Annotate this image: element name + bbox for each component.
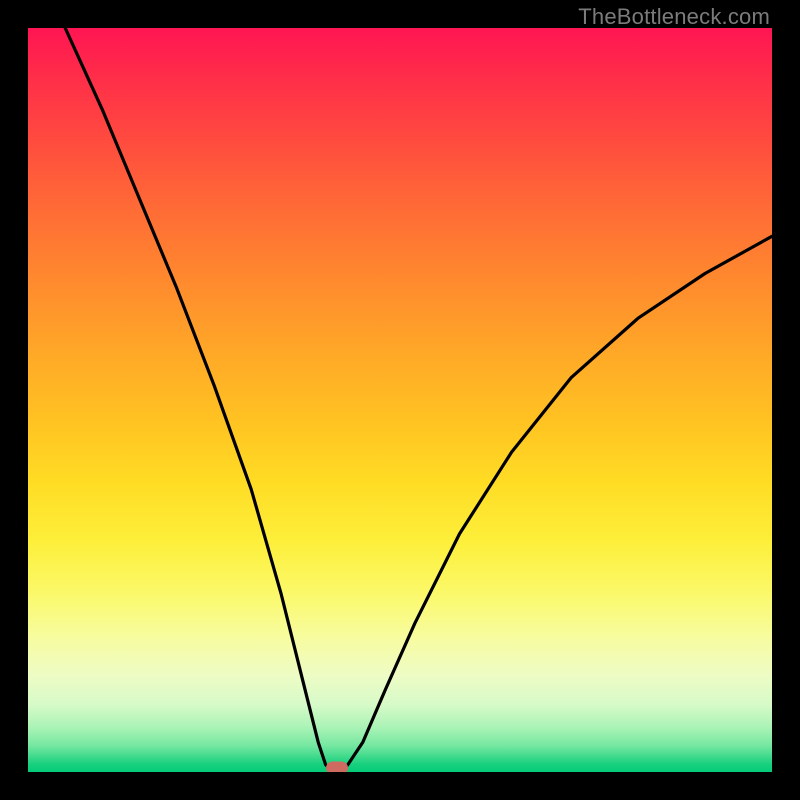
bottleneck-curve: [28, 28, 772, 772]
chart-frame: TheBottleneck.com: [0, 0, 800, 800]
plot-area: [28, 28, 772, 772]
optimal-point-marker: [326, 762, 348, 772]
watermark-text: TheBottleneck.com: [578, 4, 770, 30]
